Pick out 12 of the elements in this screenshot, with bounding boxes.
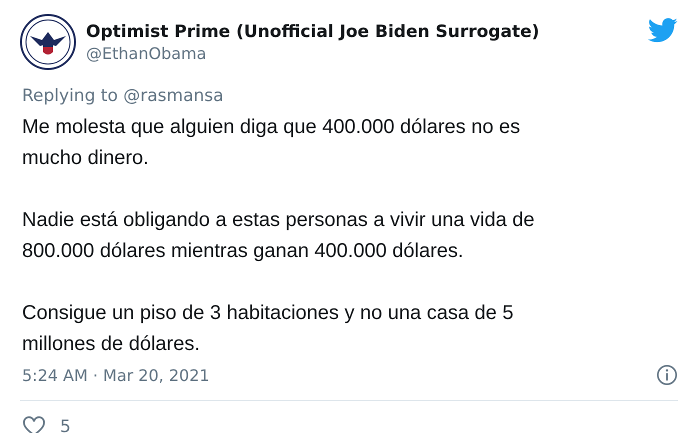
author-name[interactable]: Optimist Prime (Unofficial Joe Biden Surrogate) <box>86 22 638 42</box>
replying-to-text: Replying to @rasmansa <box>22 86 225 106</box>
info-icon[interactable] <box>656 364 678 386</box>
author-handle[interactable]: @EthanObama <box>86 44 638 62</box>
heart-icon[interactable] <box>22 415 46 433</box>
like-count: 5 <box>60 417 71 433</box>
timestamp[interactable]: 5:24 AM · Mar 20, 2021 <box>22 366 210 384</box>
bird-logo-icon[interactable] <box>648 18 678 43</box>
seal-avatar-icon <box>20 14 76 70</box>
tweet-paragraph: Consigue un piso de 3 habitaciones y no una casa de 5 millones de dólares. <box>22 301 514 357</box>
tweet-paragraph: Nadie está obligando a estas personas a vivir una vida de 800.000 dólares mientras ganan 400.000 dólares. <box>22 208 536 264</box>
tweet-paragraph: Me molesta que alguien diga que 400.000 dólares no es mucho dinero. <box>22 115 522 171</box>
